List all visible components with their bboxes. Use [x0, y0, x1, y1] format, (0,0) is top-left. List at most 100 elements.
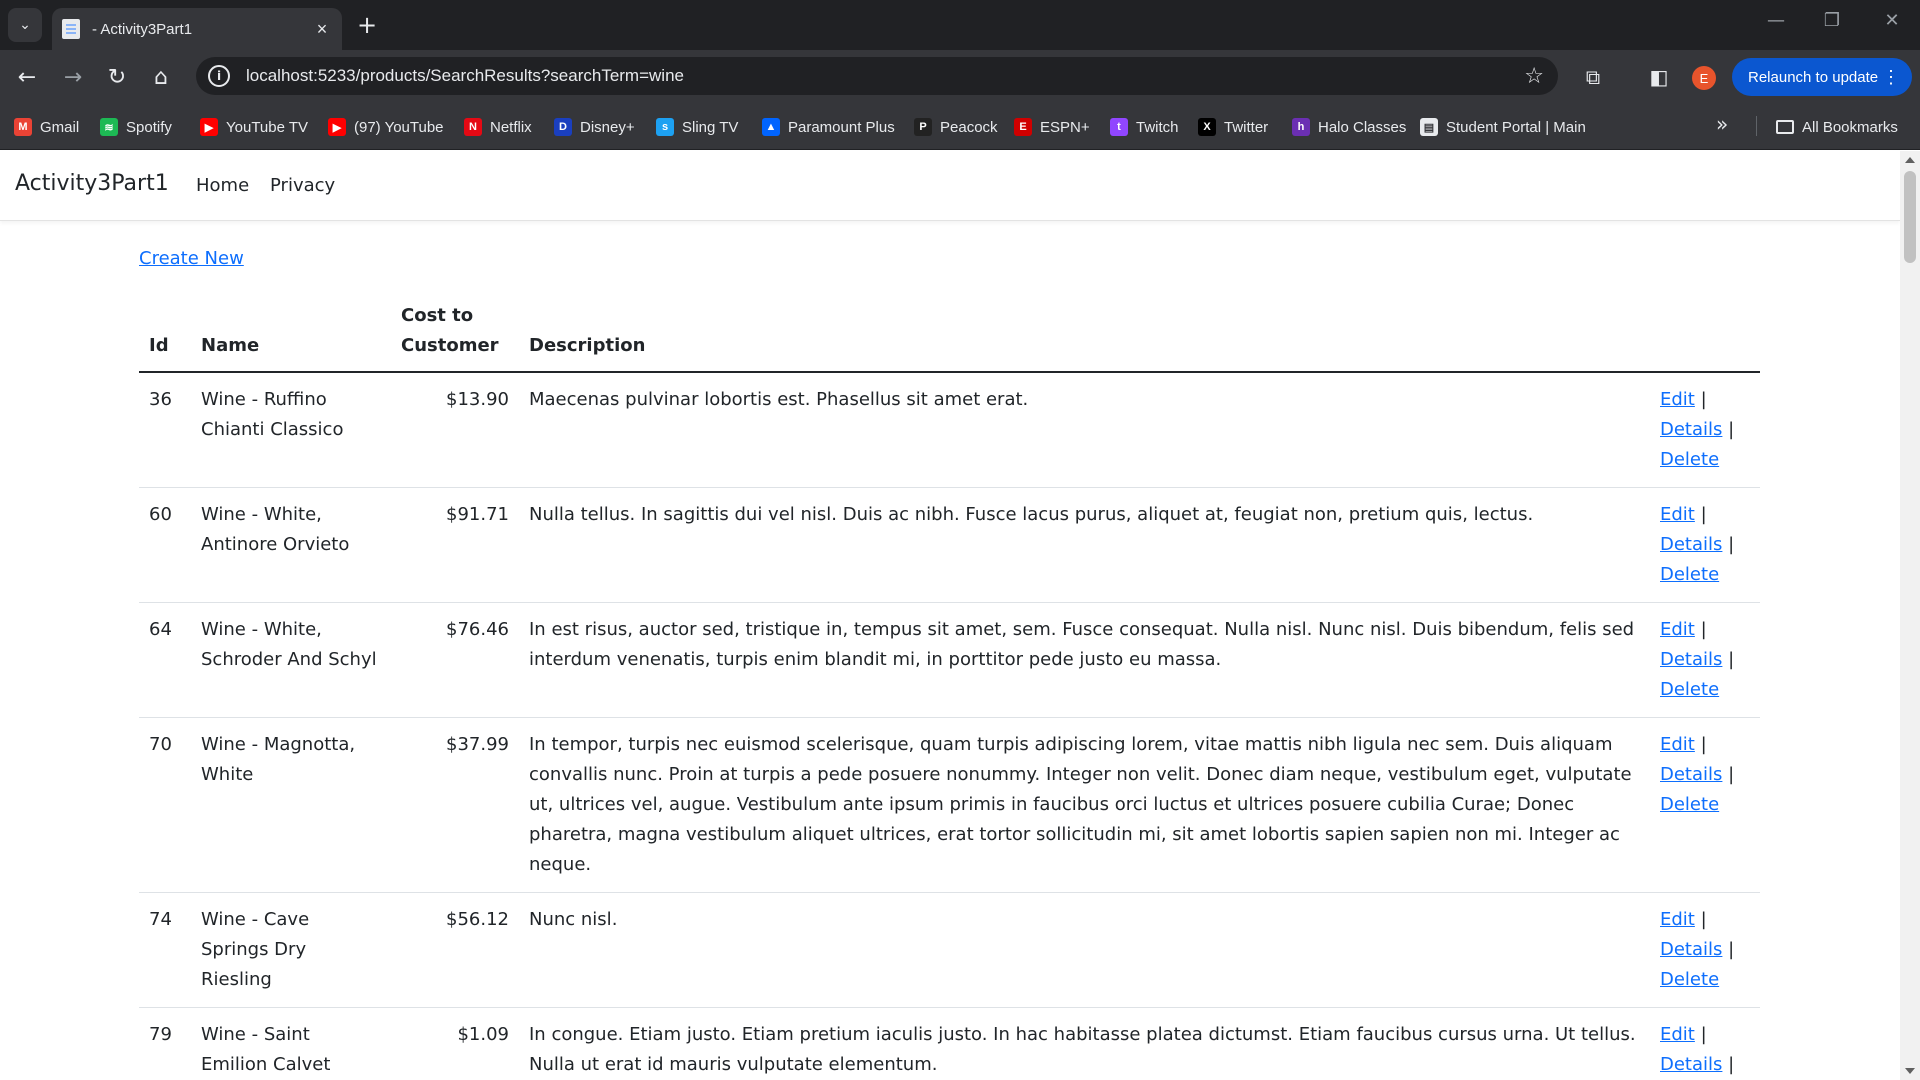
nav-home[interactable]: Home — [196, 175, 249, 196]
delete-link[interactable]: Delete — [1660, 564, 1719, 585]
delete-link[interactable]: Delete — [1660, 449, 1719, 470]
scroll-up-arrow-icon[interactable] — [1905, 157, 1915, 163]
relaunch-to-update-button[interactable]: Relaunch to update ⋮ — [1732, 58, 1912, 96]
bookmark-item[interactable]: X Twitter — [1198, 116, 1268, 138]
edit-link[interactable]: Edit — [1660, 389, 1695, 410]
bookmark-favicon-icon: h — [1292, 118, 1310, 136]
restore-icon[interactable]: ❐ — [1812, 10, 1852, 31]
header-cost: Cost to Customer — [391, 293, 519, 373]
new-tab-plus-icon[interactable]: + — [352, 10, 382, 40]
bookmark-item[interactable]: s Sling TV — [656, 116, 738, 138]
bookmark-item[interactable]: P Peacock — [914, 116, 998, 138]
bookmark-label: (97) YouTube — [354, 118, 444, 136]
cell-description: In tempor, turpis nec euismod scelerisqu… — [519, 717, 1650, 893]
bookmark-label: YouTube TV — [226, 118, 309, 136]
site-info-icon[interactable]: i — [208, 65, 230, 87]
window-close-icon[interactable]: ✕ — [1872, 10, 1912, 31]
details-link[interactable]: Details — [1660, 534, 1722, 555]
minimize-icon[interactable]: — — [1756, 10, 1796, 31]
side-panel-icon[interactable]: ◧ — [1644, 62, 1674, 92]
bookmark-item[interactable]: ▲ Paramount Plus — [762, 116, 895, 138]
bookmark-label: Twitter — [1224, 118, 1269, 136]
reload-icon[interactable]: ↻ — [102, 62, 132, 92]
more-bookmarks-chevron-icon[interactable]: » — [1716, 112, 1728, 136]
action-separator: | — [1728, 649, 1735, 670]
tab-search-chevron-icon[interactable]: ⌄ — [8, 8, 42, 42]
site-brand[interactable]: Activity3Part1 — [15, 171, 169, 196]
bookmark-item[interactable]: h Halo Classes — [1292, 116, 1406, 138]
details-link[interactable]: Details — [1660, 1054, 1722, 1075]
delete-link[interactable]: Delete — [1660, 969, 1719, 990]
action-separator: | — [1728, 939, 1735, 960]
home-icon[interactable]: ⌂ — [146, 62, 176, 92]
extensions-puzzle-icon[interactable]: ⧉ — [1578, 62, 1608, 92]
address-bar[interactable]: i localhost:5233/products/SearchResults?… — [196, 57, 1558, 95]
nav-privacy[interactable]: Privacy — [270, 175, 335, 196]
bookmark-item[interactable]: D Disney+ — [554, 116, 635, 138]
bookmark-favicon-icon: N — [464, 118, 482, 136]
cell-cost: $76.46 — [391, 602, 519, 718]
forward-arrow-icon[interactable]: → — [58, 62, 88, 92]
bookmark-favicon-icon: D — [554, 118, 572, 136]
bookmark-item[interactable]: E ESPN+ — [1014, 116, 1090, 138]
edit-link[interactable]: Edit — [1660, 619, 1695, 640]
more-menu-icon[interactable]: ⋮ — [1882, 67, 1900, 88]
edit-link[interactable]: Edit — [1660, 504, 1695, 525]
bookmark-favicon-icon: ▶ — [328, 118, 346, 136]
bookmark-star-icon[interactable]: ☆ — [1524, 64, 1544, 89]
delete-link[interactable]: Delete — [1660, 794, 1719, 815]
details-link[interactable]: Details — [1660, 419, 1722, 440]
bookmark-favicon-icon: E — [1014, 118, 1032, 136]
bookmark-favicon-icon: P — [914, 118, 932, 136]
bookmark-item[interactable]: ≋ Spotify — [100, 116, 172, 138]
tab-title: - Activity3Part1 — [92, 20, 193, 38]
page-favicon-icon — [62, 19, 80, 39]
page-scrollbar[interactable] — [1900, 151, 1920, 1080]
action-separator: | — [1700, 619, 1707, 640]
profile-avatar[interactable]: E — [1692, 66, 1716, 90]
cell-actions: Edit | Details | Delete — [1650, 717, 1760, 893]
edit-link[interactable]: Edit — [1660, 1024, 1695, 1045]
details-link[interactable]: Details — [1660, 764, 1722, 785]
bookmark-label: Sling TV — [682, 118, 739, 136]
url-text[interactable]: localhost:5233/products/SearchResults?se… — [246, 66, 1524, 86]
browser-toolbar: ← → ↻ ⌂ i localhost:5233/products/Search… — [0, 50, 1920, 102]
active-tab[interactable]: - Activity3Part1 × — [52, 8, 342, 50]
details-link[interactable]: Details — [1660, 649, 1722, 670]
cell-name: Wine - Magnotta, White — [191, 717, 391, 893]
bookmark-item[interactable]: N Netflix — [464, 116, 532, 138]
bookmark-favicon-icon: M — [14, 118, 32, 136]
scrollbar-thumb[interactable] — [1904, 171, 1916, 263]
header-description: Description — [519, 293, 1650, 373]
cell-description: Maecenas pulvinar lobortis est. Phasellu… — [519, 372, 1650, 488]
details-link[interactable]: Details — [1660, 939, 1722, 960]
action-separator: | — [1700, 734, 1707, 755]
relaunch-label: Relaunch to update — [1748, 68, 1879, 86]
create-new-link[interactable]: Create New — [139, 248, 244, 269]
bookmark-item[interactable]: ▤ Student Portal | Main — [1420, 116, 1586, 138]
cell-id: 79 — [139, 1007, 191, 1080]
all-bookmarks[interactable]: All Bookmarks — [1776, 116, 1898, 138]
scroll-down-arrow-icon[interactable] — [1905, 1068, 1915, 1074]
action-separator: | — [1700, 389, 1707, 410]
edit-link[interactable]: Edit — [1660, 734, 1695, 755]
delete-link[interactable]: Delete — [1660, 679, 1719, 700]
tab-strip: ⌄ - Activity3Part1 × + — ❐ ✕ — [0, 0, 1920, 50]
cell-cost: $13.90 — [391, 372, 519, 488]
bookmark-item[interactable]: M Gmail — [14, 116, 79, 138]
bookmarks-divider — [1756, 116, 1757, 136]
bookmark-label: ESPN+ — [1040, 118, 1090, 136]
action-separator: | — [1700, 1024, 1707, 1045]
cell-description: Nunc nisl. — [519, 892, 1650, 1008]
bookmark-label: Paramount Plus — [788, 118, 895, 136]
bookmark-favicon-icon: ▲ — [762, 118, 780, 136]
cell-name: Wine - White, Antinore Orvieto — [191, 487, 391, 603]
bookmark-item[interactable]: ▶ YouTube TV — [200, 116, 308, 138]
action-separator: | — [1728, 419, 1735, 440]
edit-link[interactable]: Edit — [1660, 909, 1695, 930]
back-arrow-icon[interactable]: ← — [12, 62, 42, 92]
tab-close-icon[interactable]: × — [310, 19, 334, 40]
action-separator: | — [1700, 909, 1707, 930]
bookmark-item[interactable]: t Twitch — [1110, 116, 1179, 138]
bookmark-item[interactable]: ▶ (97) YouTube — [328, 116, 444, 138]
